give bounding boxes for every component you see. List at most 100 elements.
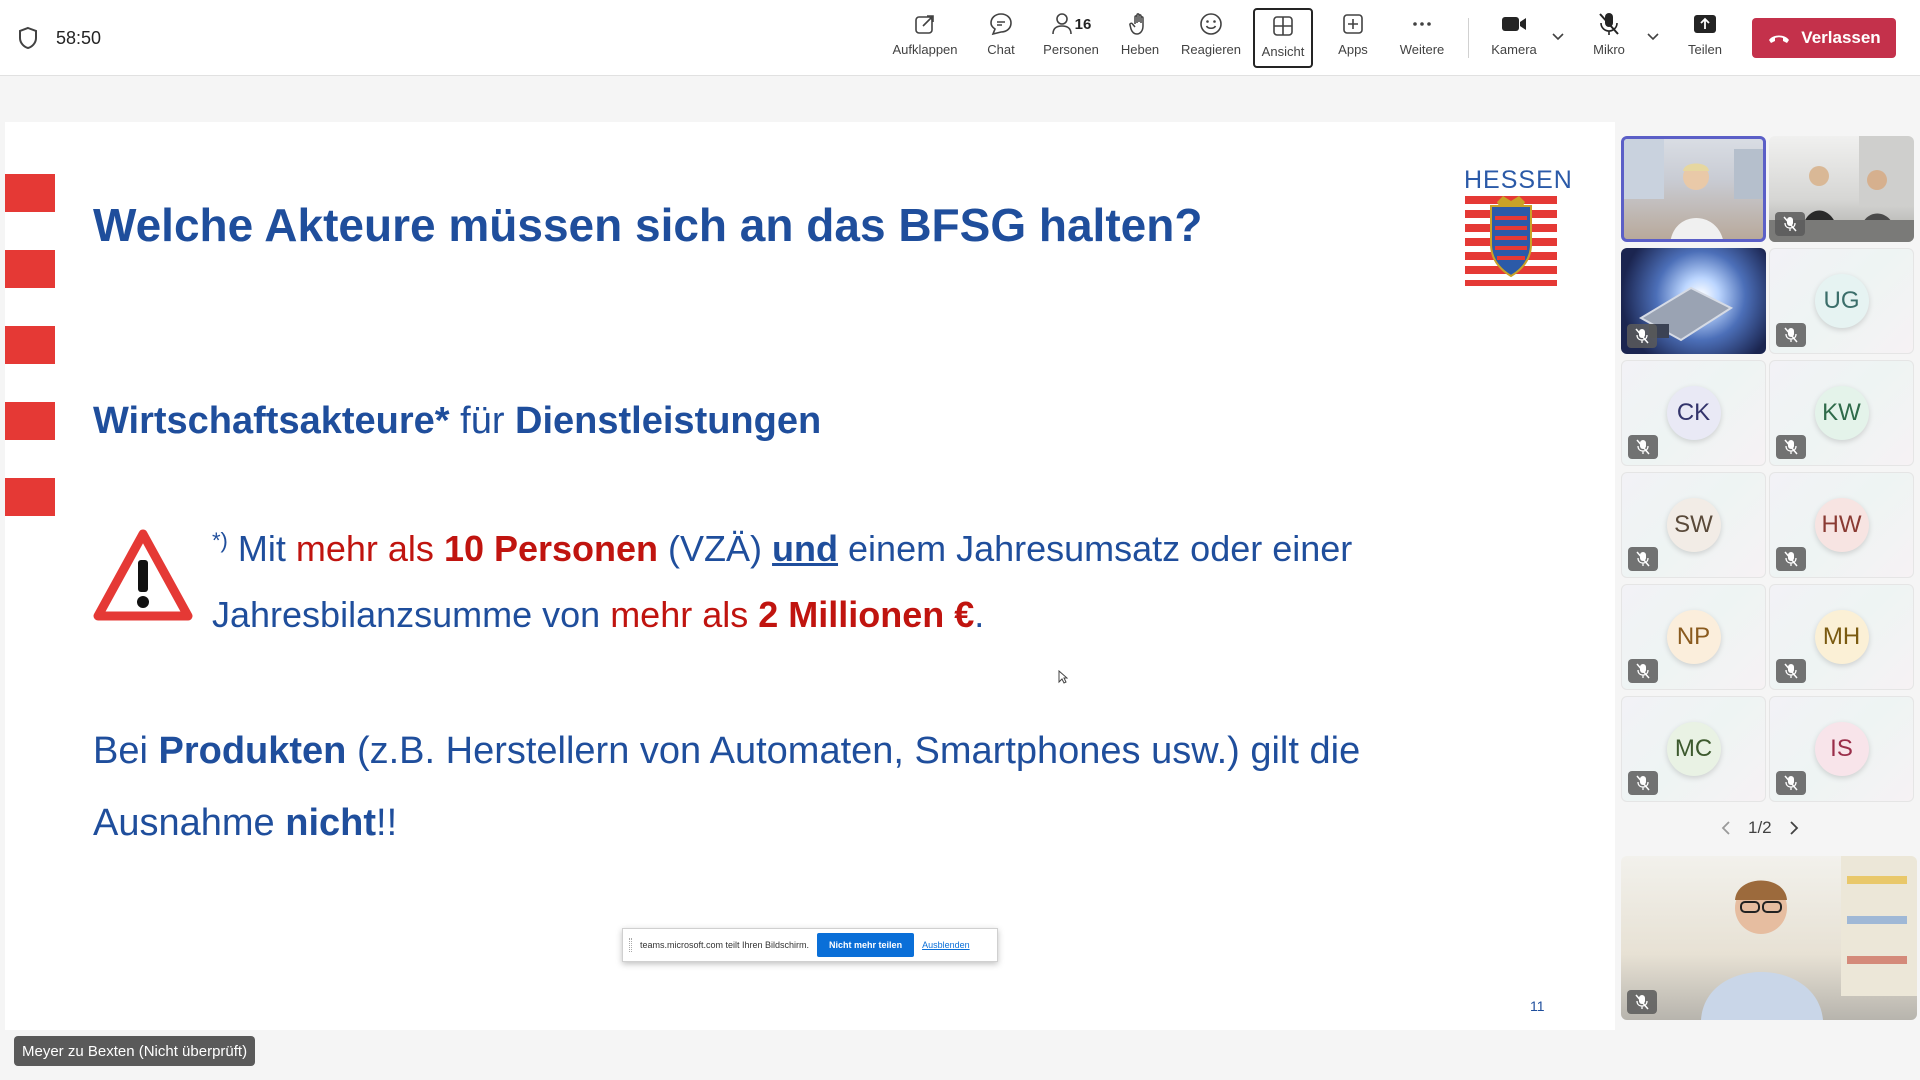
participant-video bbox=[1624, 139, 1763, 239]
participant-avatar-tile[interactable]: SW bbox=[1621, 472, 1766, 578]
products-segment: !! bbox=[376, 802, 398, 844]
raise-hand-icon bbox=[1129, 13, 1144, 35]
raise-hand-label: Heben bbox=[1120, 42, 1160, 57]
leave-label: Verlassen bbox=[1801, 28, 1881, 47]
participant-avatar-tile[interactable]: MC bbox=[1621, 696, 1766, 802]
hessen-crest-logo bbox=[1465, 196, 1557, 286]
participant-avatar-tile[interactable]: NP bbox=[1621, 584, 1766, 690]
participant-initials: NP bbox=[1666, 610, 1721, 664]
note-segment: mehr als bbox=[295, 528, 444, 569]
mic-off-icon bbox=[1784, 775, 1798, 791]
slide-page-number: 11 bbox=[1530, 998, 1545, 1014]
note-marker: *) bbox=[212, 528, 228, 553]
share-notice-text: teams.microsoft.com teilt Ihren Bildschi… bbox=[640, 940, 810, 950]
slide-title: Welche Akteure müssen sich an das BFSG h… bbox=[93, 199, 1203, 251]
camera-label: Kamera bbox=[1491, 42, 1537, 57]
gallery-pager: 1/2 bbox=[1720, 818, 1800, 838]
hang-up-icon bbox=[1769, 35, 1790, 43]
products-line-1: Bei Produkten (z.B. Herstellern von Auto… bbox=[93, 730, 1360, 773]
chevron-left-icon[interactable] bbox=[1720, 820, 1732, 836]
participant-initials: IS bbox=[1814, 722, 1869, 776]
mic-off-icon bbox=[1784, 551, 1798, 567]
muted-indicator bbox=[1775, 212, 1805, 236]
products-segment: (z.B. Herstellern von Automaten, Smartph… bbox=[346, 730, 1361, 772]
participant-avatar-tile[interactable]: IS bbox=[1769, 696, 1914, 802]
mic-off-icon bbox=[1635, 328, 1649, 344]
mic-off-icon bbox=[1784, 439, 1798, 455]
participant-avatar-tile[interactable]: UG bbox=[1769, 248, 1914, 354]
note-segment: Mit bbox=[227, 528, 296, 569]
muted-indicator bbox=[1628, 771, 1658, 795]
self-view-video-tile[interactable] bbox=[1621, 856, 1917, 1020]
participant-video-tile[interactable] bbox=[1621, 136, 1766, 242]
muted-indicator bbox=[1776, 771, 1806, 795]
participant-avatar-tile[interactable]: CK bbox=[1621, 360, 1766, 466]
share-icon bbox=[1694, 15, 1716, 33]
more-icon bbox=[1413, 22, 1431, 26]
participant-avatar-tile[interactable]: MH bbox=[1769, 584, 1914, 690]
subheading-actors: Wirtschaftsakteure* bbox=[93, 400, 450, 442]
note-segment: Jahresbilanzsumme von bbox=[212, 594, 611, 635]
products-line-2: Ausnahme nicht!! bbox=[93, 802, 397, 845]
mic-off-icon bbox=[1636, 439, 1650, 455]
note-segment: mehr als bbox=[610, 594, 759, 635]
people-icon bbox=[1051, 13, 1072, 35]
participant-avatar-tile[interactable]: KW bbox=[1769, 360, 1914, 466]
note-segment: und bbox=[772, 528, 839, 569]
apps-button[interactable]: Apps bbox=[1328, 8, 1378, 68]
products-segment: Bei bbox=[93, 730, 159, 772]
stop-sharing-button[interactable]: Nicht mehr teilen bbox=[817, 933, 915, 957]
muted-indicator bbox=[1776, 323, 1806, 347]
drag-handle-icon[interactable] bbox=[629, 938, 632, 952]
camera-button[interactable]: Kamera bbox=[1484, 8, 1544, 68]
people-button[interactable]: 16 Personen bbox=[1040, 8, 1102, 68]
view-button[interactable]: Ansicht bbox=[1253, 8, 1313, 68]
participant-avatar-tile[interactable]: HW bbox=[1769, 472, 1914, 578]
muted-indicator bbox=[1627, 324, 1657, 348]
mic-off-icon bbox=[1636, 663, 1650, 679]
more-button[interactable]: Weitere bbox=[1394, 8, 1450, 68]
leave-button[interactable]: Verlassen bbox=[1752, 18, 1896, 58]
note-segment: . bbox=[974, 594, 985, 635]
raise-hand-button[interactable]: Heben bbox=[1114, 8, 1166, 68]
popout-button[interactable]: Aufklappen bbox=[890, 8, 960, 68]
view-icon bbox=[1273, 16, 1293, 36]
participant-video-tile[interactable] bbox=[1769, 136, 1914, 242]
people-label: Personen bbox=[1043, 42, 1099, 57]
mic-off-icon bbox=[1636, 551, 1650, 567]
hide-notice-link[interactable]: Ausblenden bbox=[922, 940, 970, 950]
view-label: Ansicht bbox=[1261, 44, 1305, 59]
participant-video-tile[interactable] bbox=[1621, 248, 1766, 354]
subheading-for: für bbox=[449, 400, 516, 442]
note-segment: 10 Personen bbox=[443, 528, 659, 569]
people-count: 16 bbox=[1074, 15, 1092, 33]
popout-icon bbox=[915, 15, 934, 34]
mic-label: Mikro bbox=[1593, 42, 1625, 57]
mic-off-icon bbox=[1784, 663, 1798, 679]
products-segment: Produkten bbox=[158, 730, 347, 772]
mic-off-icon bbox=[1599, 13, 1619, 35]
react-button[interactable]: Reagieren bbox=[1180, 8, 1242, 68]
screen-share-notice: teams.microsoft.com teilt Ihren Bildschi… bbox=[622, 928, 998, 962]
note-segment: 2 Millionen € bbox=[758, 594, 975, 635]
chevron-right-icon[interactable] bbox=[1788, 820, 1800, 836]
chat-button[interactable]: Chat bbox=[976, 8, 1026, 68]
shared-slide bbox=[5, 122, 1615, 1030]
mic-off-icon bbox=[1784, 327, 1798, 343]
camera-options-chevron-down-icon[interactable] bbox=[1550, 28, 1566, 44]
participant-initials: CK bbox=[1666, 386, 1721, 440]
mic-button[interactable]: Mikro bbox=[1584, 8, 1634, 68]
meeting-toolbar: 58:50 Aufklappen Chat 16 Personen Heben … bbox=[0, 0, 1920, 76]
mic-options-chevron-down-icon[interactable] bbox=[1645, 28, 1661, 44]
muted-indicator bbox=[1628, 659, 1658, 683]
slide-red-bar bbox=[5, 478, 55, 516]
mic-off-icon bbox=[1635, 994, 1649, 1010]
share-button[interactable]: Teilen bbox=[1680, 8, 1730, 68]
popout-label: Aufklappen bbox=[892, 42, 958, 57]
mouse-cursor-icon bbox=[1058, 670, 1068, 684]
slide-red-bar bbox=[5, 402, 55, 440]
note-line-2: Jahresbilanzsumme von mehr als 2 Million… bbox=[212, 594, 984, 636]
meeting-timer: 58:50 bbox=[56, 28, 102, 48]
participant-initials: MC bbox=[1666, 722, 1721, 776]
participant-initials: MH bbox=[1814, 610, 1869, 664]
